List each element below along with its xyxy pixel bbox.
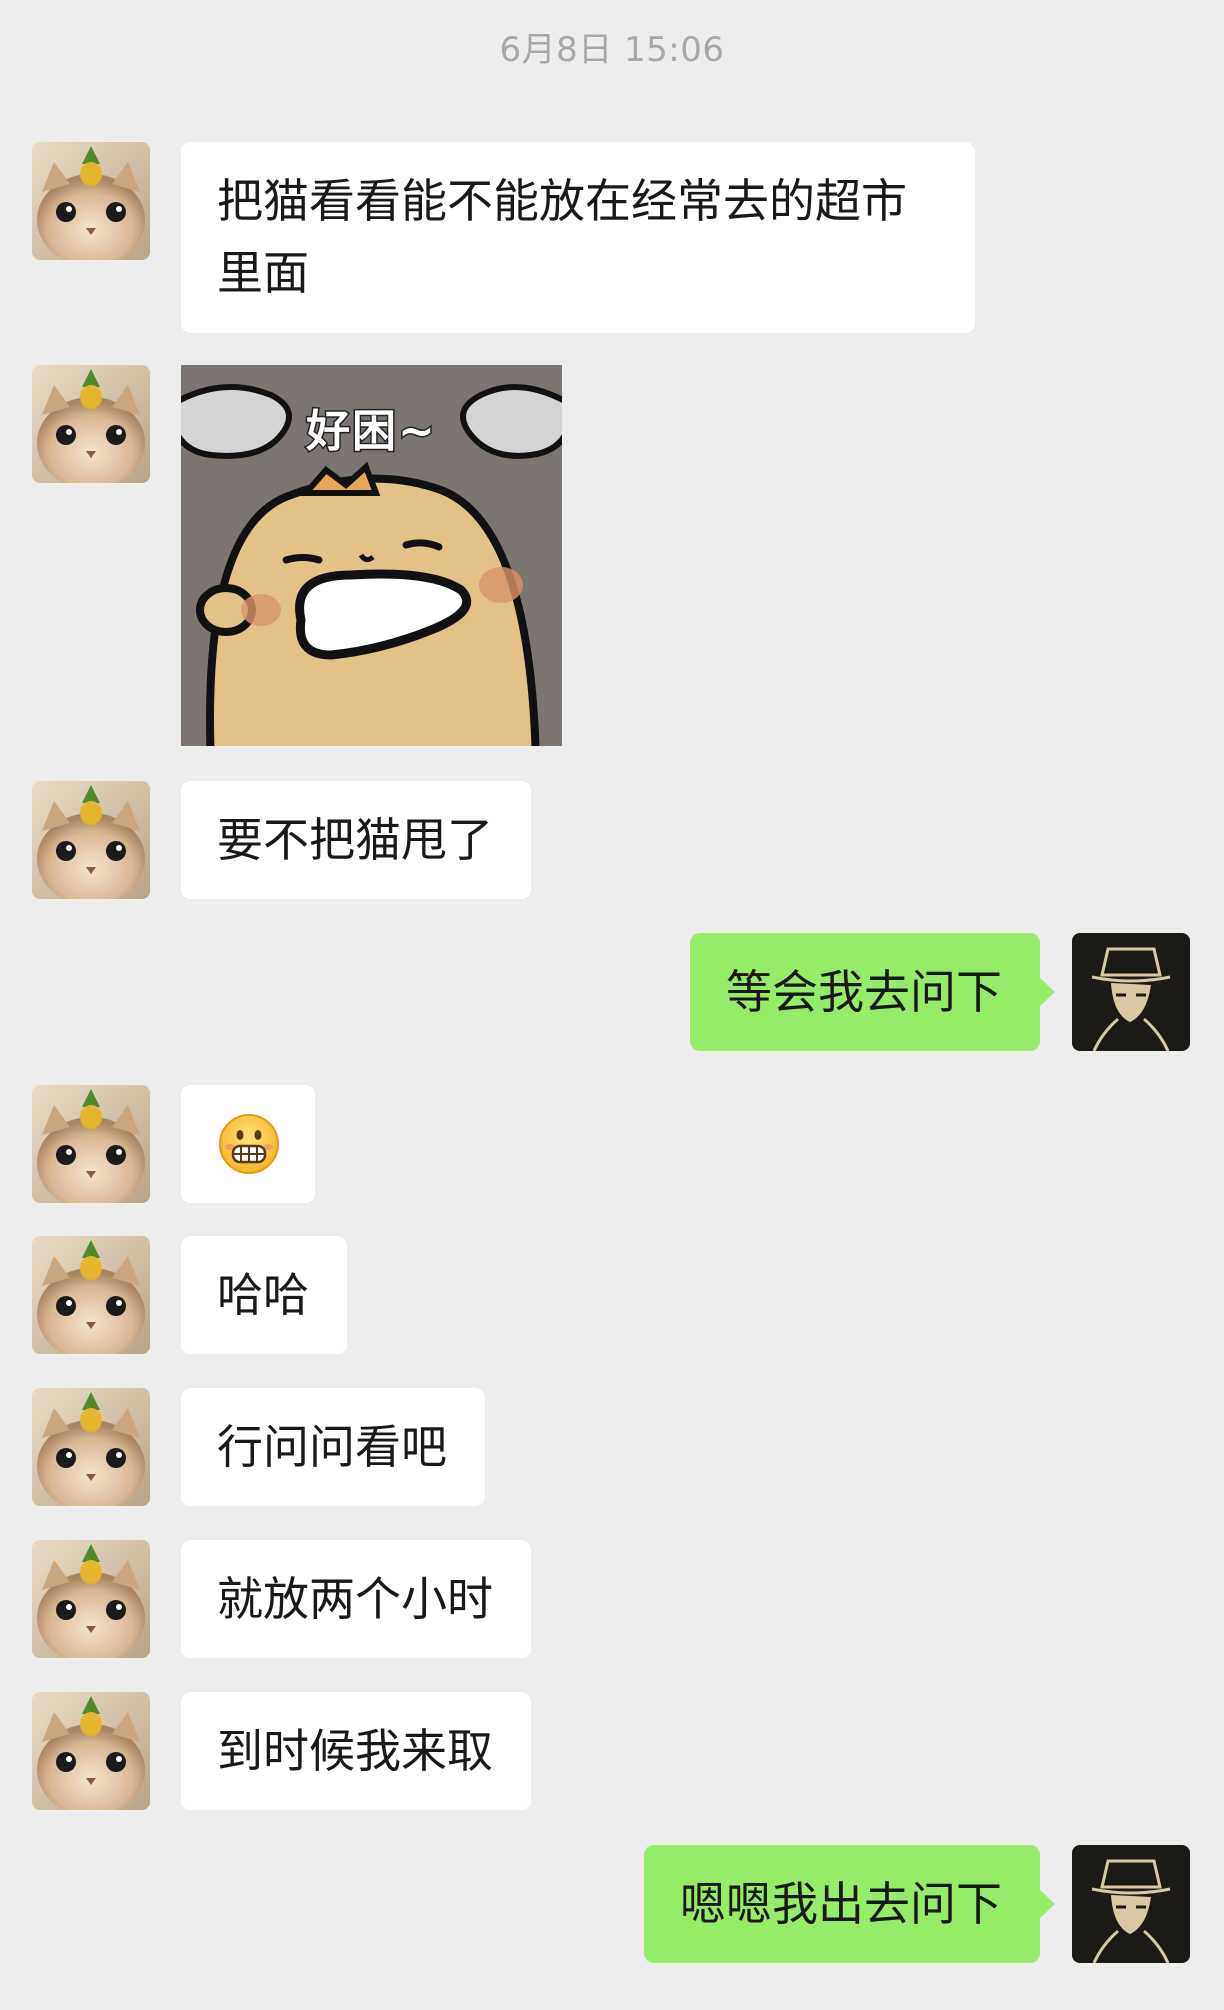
- incoming-emoji-bubble[interactable]: [181, 1085, 315, 1203]
- message-text: 哈哈: [217, 1268, 309, 1322]
- contact-avatar[interactable]: [32, 142, 150, 260]
- cat-with-pineapple-avatar-icon: [32, 1388, 150, 1506]
- contact-avatar[interactable]: [32, 365, 150, 483]
- message-text: 要不把猫甩了: [217, 813, 493, 867]
- sticker-caption: 好困~: [305, 405, 437, 459]
- contact-avatar[interactable]: [32, 1388, 150, 1506]
- cat-with-pineapple-avatar-icon: [32, 1085, 150, 1203]
- incoming-message-bubble[interactable]: 就放两个小时: [181, 1540, 531, 1658]
- message-text: 到时候我来取: [217, 1724, 493, 1778]
- incoming-message-bubble[interactable]: 哈哈: [181, 1236, 347, 1354]
- message-text: 就放两个小时: [217, 1572, 493, 1626]
- incoming-message-bubble[interactable]: 到时候我来取: [181, 1692, 531, 1810]
- cat-with-pineapple-avatar-icon: [32, 1236, 150, 1354]
- self-avatar[interactable]: [1072, 933, 1190, 1051]
- outgoing-message-bubble[interactable]: 嗯嗯我出去问下: [644, 1845, 1055, 1963]
- contact-avatar[interactable]: [32, 1236, 150, 1354]
- contact-avatar[interactable]: [32, 1085, 150, 1203]
- message-text: 嗯嗯我出去问下: [680, 1877, 1002, 1931]
- grinning-emoji-icon: [219, 1114, 279, 1174]
- cat-with-pineapple-avatar-icon: [32, 781, 150, 899]
- sleepy-bear-sticker[interactable]: 好困~: [181, 365, 562, 746]
- man-in-top-hat-avatar-icon: [1072, 1845, 1190, 1963]
- message-text: 等会我去问下: [726, 965, 1002, 1019]
- timestamp: 6月8日 15:06: [499, 30, 725, 70]
- man-in-top-hat-avatar-icon: [1072, 933, 1190, 1051]
- cat-with-pineapple-avatar-icon: [32, 365, 150, 483]
- outgoing-message-bubble[interactable]: 等会我去问下: [690, 933, 1055, 1051]
- incoming-message-bubble[interactable]: 要不把猫甩了: [181, 781, 531, 899]
- cat-with-pineapple-avatar-icon: [32, 1692, 150, 1810]
- cat-with-pineapple-avatar-icon: [32, 142, 150, 260]
- contact-avatar[interactable]: [32, 1540, 150, 1658]
- incoming-message-bubble[interactable]: 行问问看吧: [181, 1388, 485, 1506]
- contact-avatar[interactable]: [32, 781, 150, 899]
- message-text: 行问问看吧: [217, 1420, 447, 1474]
- cat-with-pineapple-avatar-icon: [32, 1540, 150, 1658]
- self-avatar[interactable]: [1072, 1845, 1190, 1963]
- message-text: 把猫看看能不能放在经常去的超市里面: [217, 174, 907, 300]
- contact-avatar[interactable]: [32, 1692, 150, 1810]
- incoming-message-bubble[interactable]: 把猫看看能不能放在经常去的超市里面: [181, 142, 975, 333]
